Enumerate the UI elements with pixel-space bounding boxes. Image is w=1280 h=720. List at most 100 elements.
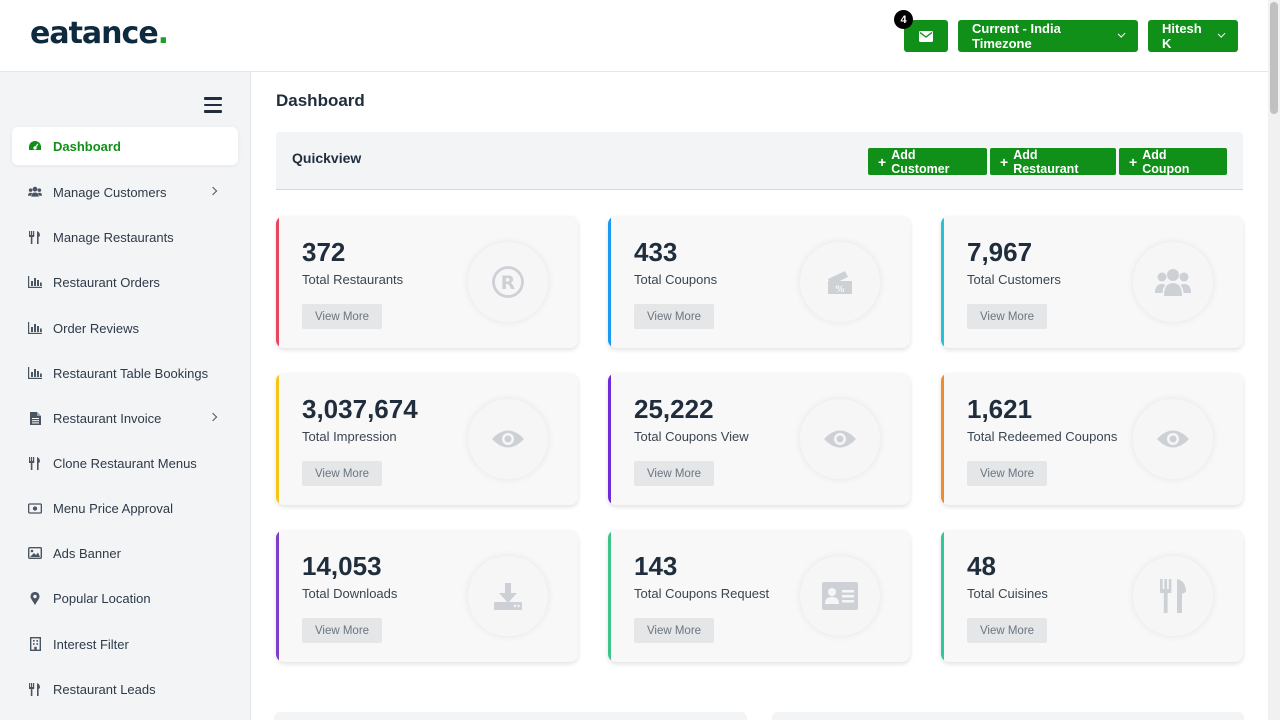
utensils-icon bbox=[28, 230, 42, 244]
stat-value: 14,053 bbox=[302, 551, 382, 581]
view-more-button[interactable]: View More bbox=[302, 461, 382, 486]
sidebar-item-interest-filter[interactable]: Interest Filter bbox=[12, 625, 238, 663]
sidebar-item-restaurant-invoice[interactable]: Restaurant Invoice bbox=[12, 399, 238, 437]
sidebar-item-label: Restaurant Leads bbox=[53, 681, 156, 697]
stat-label: Total Impression bbox=[302, 429, 397, 444]
add-coupon-button[interactable]: + Add Coupon bbox=[1119, 147, 1227, 176]
sidebar-item-order-reviews[interactable]: Order Reviews bbox=[12, 309, 238, 347]
stat-value: 3,037,674 bbox=[302, 394, 418, 424]
bar-chart-icon bbox=[28, 275, 42, 289]
sidebar-item-label: Manage Restaurants bbox=[53, 229, 174, 245]
sidebar-item-label: Restaurant Table Bookings bbox=[53, 365, 209, 381]
eye-icon bbox=[468, 399, 548, 479]
page-scrollbar[interactable] bbox=[1268, 0, 1280, 720]
sidebar-item-restaurant-orders[interactable]: Restaurant Orders bbox=[12, 263, 238, 301]
messages-count-badge: 4 bbox=[894, 10, 913, 29]
sidebar-item-label: Menu Price Approval bbox=[53, 500, 173, 516]
building-icon bbox=[28, 637, 42, 651]
chevron-down-icon bbox=[1117, 29, 1126, 39]
stat-label: Total Cuisines bbox=[967, 586, 1048, 601]
map-pin-icon bbox=[28, 591, 42, 605]
card-accent-bar bbox=[941, 373, 944, 505]
money-icon bbox=[28, 501, 42, 515]
view-more-button[interactable]: View More bbox=[967, 461, 1047, 486]
stat-card-total-restaurants: 372 Total Restaurants View More R bbox=[276, 216, 578, 348]
sidebar-item-label: Dashboard bbox=[53, 138, 121, 154]
card-accent-bar bbox=[276, 373, 279, 505]
sidebar-item-manage-customers[interactable]: Manage Customers bbox=[12, 173, 238, 211]
view-more-button[interactable]: View More bbox=[302, 304, 382, 329]
card-accent-bar bbox=[941, 216, 944, 348]
sidebar-item-label: Clone Restaurant Menus bbox=[53, 455, 197, 471]
sidebar-item-label: Restaurant Invoice bbox=[53, 410, 162, 426]
users-icon bbox=[1133, 242, 1213, 322]
plus-icon: + bbox=[878, 153, 887, 170]
stat-value: 433 bbox=[634, 237, 678, 267]
sidebar-item-label: Interest Filter bbox=[53, 636, 129, 652]
view-more-button[interactable]: View More bbox=[967, 304, 1047, 329]
card-accent-bar bbox=[941, 530, 944, 662]
quickview-title: Quickview bbox=[292, 150, 362, 166]
utensils-icon bbox=[1133, 556, 1213, 636]
user-menu-dropdown[interactable]: Hitesh K bbox=[1148, 20, 1238, 52]
plus-icon: + bbox=[1129, 153, 1138, 170]
chevron-right-icon bbox=[208, 412, 218, 422]
users-icon bbox=[28, 185, 42, 199]
sidebar: Dashboard Manage Customers Manage Restau… bbox=[0, 72, 251, 720]
page-title: Dashboard bbox=[276, 91, 365, 110]
view-more-button[interactable]: View More bbox=[302, 618, 382, 643]
stat-value: 7,967 bbox=[967, 237, 1033, 267]
svg-text:%: % bbox=[835, 285, 844, 295]
view-more-button[interactable]: View More bbox=[634, 304, 714, 329]
sidebar-item-label: Restaurant Orders bbox=[53, 274, 160, 290]
user-name: Hitesh K bbox=[1162, 21, 1202, 51]
stat-value: 372 bbox=[302, 237, 346, 267]
stat-card-total-cuisines: 48 Total Cuisines View More bbox=[941, 530, 1243, 662]
view-more-button[interactable]: View More bbox=[634, 461, 714, 486]
brand-name: eatance bbox=[30, 16, 159, 51]
sidebar-item-dashboard[interactable]: Dashboard bbox=[12, 127, 238, 165]
sidebar-item-label: Order Reviews bbox=[53, 320, 139, 336]
card-accent-bar bbox=[276, 530, 279, 662]
sidebar-item-table-bookings[interactable]: Restaurant Table Bookings bbox=[12, 354, 238, 392]
file-icon bbox=[28, 411, 42, 425]
plus-icon: + bbox=[1000, 153, 1009, 170]
sidebar-item-label: Popular Location bbox=[53, 590, 151, 606]
add-restaurant-button[interactable]: + Add Restaurant bbox=[990, 148, 1116, 176]
stat-card-total-customers: 7,967 Total Customers View More bbox=[941, 216, 1243, 348]
download-icon bbox=[468, 556, 548, 636]
stat-label: Total Redeemed Coupons bbox=[967, 429, 1118, 444]
sidebar-item-label: Manage Customers bbox=[53, 184, 167, 200]
utensils-icon bbox=[28, 456, 42, 470]
add-customer-button[interactable]: + Add Customer bbox=[868, 148, 987, 176]
stat-card-total-downloads: 14,053 Total Downloads View More bbox=[276, 530, 578, 662]
eye-icon bbox=[1133, 399, 1213, 479]
stat-label: Total Downloads bbox=[302, 586, 398, 601]
chevron-down-icon bbox=[1217, 30, 1226, 38]
view-more-button[interactable]: View More bbox=[634, 618, 714, 643]
sidebar-item-ads-banner[interactable]: Ads Banner bbox=[12, 534, 238, 572]
top-header: eatance. 4 Current - India Timezone Hite… bbox=[0, 0, 1268, 72]
scrollbar-thumb[interactable] bbox=[1270, 2, 1278, 114]
eye-icon bbox=[800, 399, 880, 479]
sidebar-item-manage-restaurants[interactable]: Manage Restaurants bbox=[12, 218, 238, 256]
sidebar-item-menu-price-approval[interactable]: Menu Price Approval bbox=[12, 489, 238, 527]
utensils-icon bbox=[28, 682, 42, 696]
stat-label: Total Coupons Request bbox=[634, 586, 770, 601]
brand-logo[interactable]: eatance. bbox=[30, 16, 169, 51]
sidebar-item-restaurant-leads[interactable]: Restaurant Leads bbox=[12, 670, 238, 708]
sidebar-item-label: Ads Banner bbox=[53, 545, 121, 561]
sidebar-item-clone-menus[interactable]: Clone Restaurant Menus bbox=[12, 444, 238, 482]
timezone-dropdown[interactable]: Current - India Timezone bbox=[958, 20, 1138, 52]
coupon-icon: % bbox=[800, 242, 880, 322]
view-more-button[interactable]: View More bbox=[967, 618, 1047, 643]
sidebar-item-popular-location[interactable]: Popular Location bbox=[12, 579, 238, 617]
hamburger-menu-icon[interactable] bbox=[204, 97, 222, 113]
timezone-label: Current - India Timezone bbox=[972, 21, 1061, 51]
bar-chart-icon bbox=[28, 321, 42, 335]
add-coupon-label: Add Coupon bbox=[1142, 147, 1190, 176]
stat-value: 25,222 bbox=[634, 394, 714, 424]
stat-value: 143 bbox=[634, 551, 678, 581]
card-accent-bar bbox=[608, 216, 611, 348]
image-icon bbox=[28, 546, 42, 560]
